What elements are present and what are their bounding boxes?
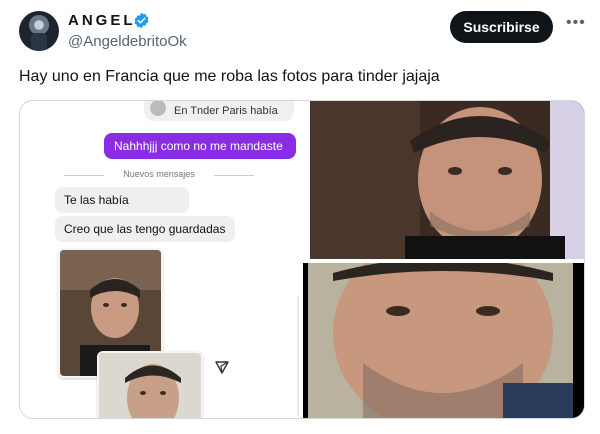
tweet-text: Hay uno en Francia que me roba las fotos… bbox=[19, 68, 440, 85]
previous-message: En Tnder Paris había bbox=[144, 101, 294, 121]
chat-avatar bbox=[150, 101, 166, 116]
new-messages-divider: Nuevos mensajes bbox=[64, 169, 254, 181]
face-photo-illustration bbox=[303, 263, 584, 418]
face-photo-illustration bbox=[99, 353, 201, 418]
shared-photo bbox=[97, 351, 203, 418]
sent-message: Nahhhjjj como no me mandaste bbox=[104, 133, 296, 159]
previous-message-text: En Tnder Paris había bbox=[174, 105, 278, 117]
scrollbar[interactable] bbox=[297, 296, 299, 416]
photo-closeup[interactable] bbox=[303, 263, 584, 418]
tweet-header: ANGEL @AngeldebritoOk Suscribirse ••• bbox=[0, 0, 600, 62]
display-name[interactable]: ANGEL bbox=[68, 12, 136, 29]
send-icon[interactable] bbox=[214, 359, 230, 375]
chat-screenshot[interactable]: En Tnder Paris había Nahhhjjj como no me… bbox=[20, 101, 301, 418]
received-message: Creo que las tengo guardadas bbox=[55, 216, 235, 242]
user-handle[interactable]: @AngeldebritoOk bbox=[68, 33, 187, 50]
more-options-icon[interactable]: ••• bbox=[566, 14, 586, 32]
verified-badge-icon bbox=[134, 12, 149, 29]
media-grid[interactable]: En Tnder Paris había Nahhhjjj como no me… bbox=[19, 100, 585, 419]
avatar[interactable] bbox=[19, 11, 59, 51]
photo-selfie-couch[interactable] bbox=[310, 101, 584, 259]
subscribe-button[interactable]: Suscribirse bbox=[450, 11, 553, 43]
face-photo-illustration bbox=[310, 101, 584, 259]
received-message: Te las había mandado bbox=[55, 187, 189, 233]
